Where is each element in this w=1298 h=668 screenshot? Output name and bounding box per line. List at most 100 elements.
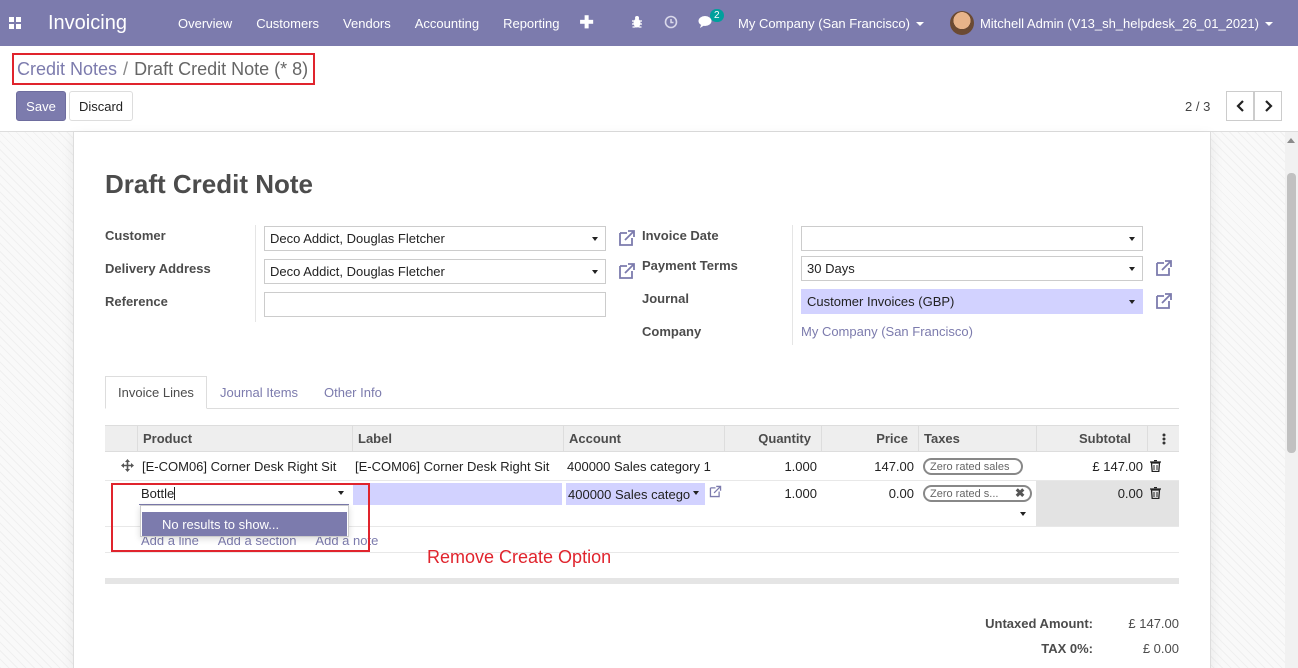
pager-next-button[interactable] (1254, 91, 1282, 121)
menu-customers[interactable]: Customers (256, 16, 319, 31)
menu-overview[interactable]: Overview (178, 16, 232, 31)
row1-subtotal: £ 147.00 (1092, 459, 1143, 474)
row1-quantity[interactable]: 1.000 (730, 459, 817, 474)
company-switcher[interactable]: My Company (San Francisco) (738, 16, 924, 31)
systray: 2 My Company (San Francisco) Mitchell Ad… (630, 0, 1273, 46)
user-name: Mitchell Admin (V13_sh_helpdesk_26_01_20… (979, 15, 1259, 31)
column-quantity[interactable]: Quantity (725, 426, 822, 451)
company-label: Company (642, 324, 702, 339)
pager-value[interactable]: 2 / 3 (1185, 99, 1210, 114)
user-avatar[interactable] (949, 11, 974, 35)
handle-column-header (105, 426, 138, 451)
pager-previous-button[interactable] (1226, 91, 1254, 121)
account-select[interactable]: 400000 Sales catego (566, 483, 705, 505)
chevron-right-icon (1264, 100, 1273, 112)
customer-select[interactable]: Deco Addict, Douglas Fletcher (264, 226, 606, 251)
scrollbar-thumb[interactable] (1287, 173, 1296, 453)
payment-terms-select[interactable]: 30 Days (801, 256, 1143, 281)
totals-separator (105, 578, 1179, 584)
row2-quantity[interactable]: 1.000 (730, 486, 817, 501)
row2-price[interactable]: 0.00 (827, 486, 914, 501)
row1-product[interactable]: [E-COM06] Corner Desk Right Sit (142, 459, 336, 474)
row-separator (105, 552, 1179, 553)
menu-accounting[interactable]: Accounting (415, 16, 479, 31)
external-link-icon[interactable] (1155, 259, 1173, 277)
column-account[interactable]: Account (564, 426, 725, 451)
tab-journal-items[interactable]: Journal Items (220, 376, 298, 409)
tax-label: TAX 0%: (1041, 641, 1093, 656)
column-options-icon[interactable] (1148, 426, 1179, 451)
row1-price[interactable]: 147.00 (827, 459, 914, 474)
reference-label: Reference (105, 294, 168, 309)
column-subtotal[interactable]: Subtotal (1037, 426, 1148, 451)
menu-vendors[interactable]: Vendors (343, 16, 391, 31)
untaxed-amount-label: Untaxed Amount: (985, 616, 1093, 631)
dropdown-caret-icon (1129, 300, 1135, 304)
payment-terms-value: 30 Days (807, 261, 855, 276)
field-divider (792, 225, 793, 345)
company-link[interactable]: My Company (San Francisco) (801, 324, 973, 339)
dropdown-caret-icon (592, 237, 598, 241)
row2-subtotal: 0.00 (1117, 486, 1143, 501)
clock-icon[interactable] (664, 15, 678, 32)
remove-tag-icon[interactable]: ✖ (1015, 486, 1025, 500)
tab-other-info[interactable]: Other Info (324, 376, 382, 409)
breadcrumb-current: Draft Credit Note (* 8) (134, 58, 309, 79)
column-product[interactable]: Product (138, 426, 353, 451)
main-menu: Overview Customers Vendors Accounting Re… (178, 13, 618, 33)
label-input[interactable] (353, 483, 562, 505)
menu-reporting[interactable]: Reporting (503, 16, 559, 31)
dropdown-caret-icon[interactable] (1020, 512, 1026, 516)
external-link-icon[interactable] (618, 262, 636, 280)
row1-account[interactable]: 400000 Sales category 1 (567, 459, 711, 474)
external-link-icon[interactable] (709, 485, 722, 498)
delivery-address-select[interactable]: Deco Addict, Douglas Fletcher (264, 259, 606, 284)
row1-tax-tag[interactable]: Zero rated sales (923, 458, 1023, 475)
dropdown-caret-icon (1129, 237, 1135, 241)
external-link-icon[interactable] (618, 229, 636, 247)
breadcrumb: Credit Notes / Draft Credit Note (* 8) (12, 53, 315, 85)
drag-handle-icon[interactable] (121, 459, 134, 472)
user-menu[interactable]: Mitchell Admin (V13_sh_helpdesk_26_01_20… (980, 16, 1273, 31)
plus-icon[interactable]: ✚ (579, 13, 593, 33)
document-title: Draft Credit Note (105, 169, 314, 199)
bug-icon[interactable] (630, 15, 644, 32)
journal-select[interactable]: Customer Invoices (GBP) (801, 289, 1143, 314)
column-taxes[interactable]: Taxes (919, 426, 1037, 451)
column-price[interactable]: Price (822, 426, 919, 451)
invoice-date-input[interactable] (801, 226, 1143, 251)
breadcrumb-separator: / (123, 58, 129, 79)
journal-value: Customer Invoices (GBP) (807, 294, 955, 309)
journal-label: Journal (642, 291, 689, 306)
row2-tax-label: Zero rated s... (930, 487, 999, 500)
chevron-left-icon (1235, 100, 1244, 112)
invoice-date-label: Invoice Date (642, 228, 719, 243)
trash-icon[interactable] (1150, 460, 1161, 472)
dropdown-caret-icon (693, 491, 699, 495)
reference-input[interactable] (264, 292, 606, 317)
customer-value: Deco Addict, Douglas Fletcher (270, 231, 445, 246)
column-label[interactable]: Label (353, 426, 564, 451)
field-divider (255, 225, 256, 322)
payment-terms-label: Payment Terms (642, 258, 738, 273)
save-button[interactable]: Save (16, 91, 66, 121)
scroll-up-icon[interactable] (1287, 138, 1295, 143)
breadcrumb-parent[interactable]: Credit Notes (17, 59, 117, 80)
app-brand[interactable]: Invoicing (48, 12, 178, 35)
apps-menu-icon[interactable] (0, 0, 30, 46)
trash-icon[interactable] (1150, 487, 1161, 499)
external-link-icon[interactable] (1155, 292, 1173, 310)
tab-invoice-lines[interactable]: Invoice Lines (105, 376, 207, 409)
scrollbar[interactable] (1285, 132, 1298, 668)
annotation-box (111, 483, 370, 552)
invoice-lines-header: Product Label Account Quantity Price Tax… (105, 425, 1179, 452)
untaxed-amount-value: £ 147.00 (1128, 616, 1179, 631)
discard-button[interactable]: Discard (69, 91, 133, 121)
caret-down-icon (1264, 22, 1273, 27)
customer-label: Customer (105, 228, 166, 243)
control-panel: Credit Notes / Draft Credit Note (* 8) S… (0, 46, 1298, 132)
delivery-address-label: Delivery Address (105, 261, 211, 276)
chat-icon[interactable]: 2 (698, 8, 724, 32)
row1-label[interactable]: [E-COM06] Corner Desk Right Sit (355, 459, 549, 474)
account-select-value: 400000 Sales catego (568, 486, 691, 502)
